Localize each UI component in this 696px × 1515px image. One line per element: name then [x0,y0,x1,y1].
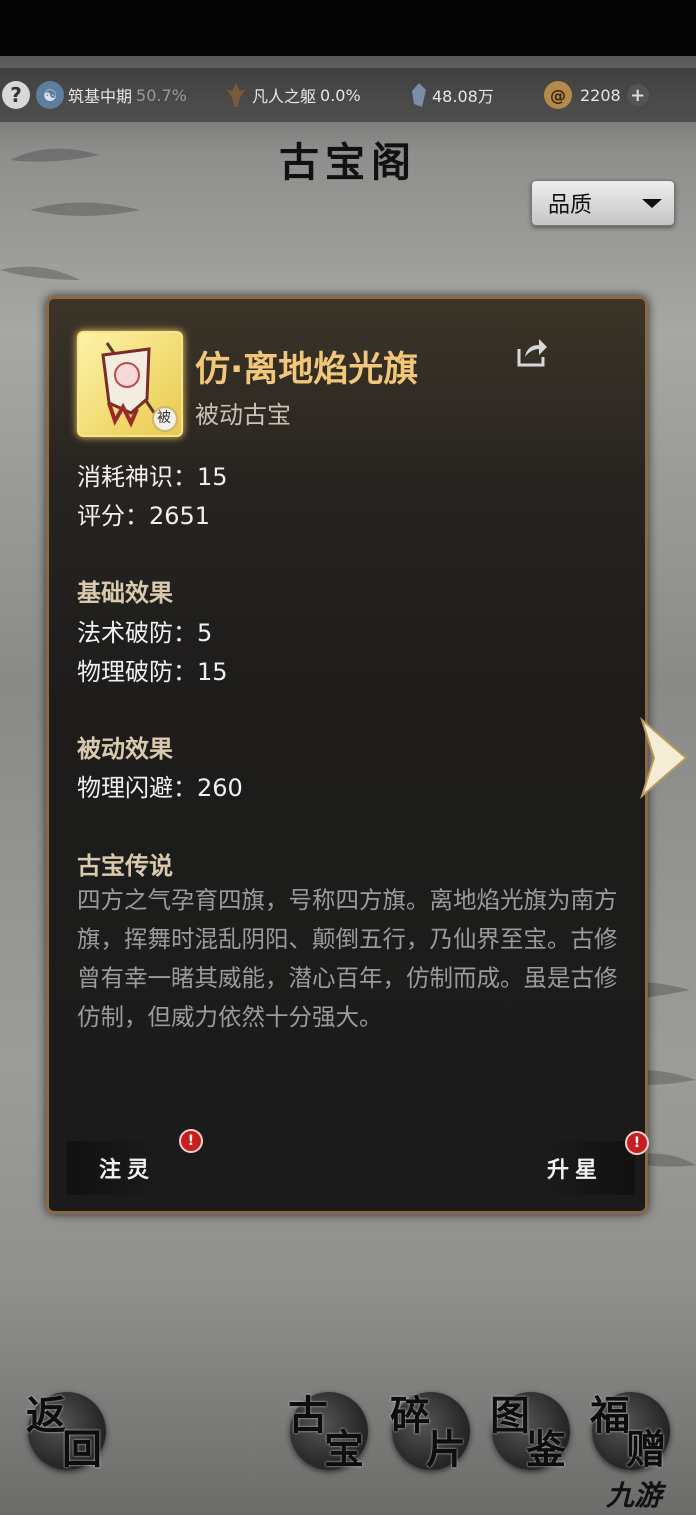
back-char-2: 回 [62,1426,102,1473]
base-effect-physical-pierce: 物理破防：15 [77,658,228,686]
fragment-char-1: 碎 [390,1392,430,1439]
stat-label: 消耗神识 [77,463,173,491]
currency-amount: 2208 [580,85,621,105]
spirit-stone-resource[interactable]: 48.08万 [410,80,494,110]
fragment-tab[interactable]: 碎 片 [390,1392,470,1473]
realm-resource[interactable]: ☯ 筑基中期 50.7% [36,80,187,110]
treasure-char-2: 宝 [324,1426,364,1473]
plus-icon[interactable]: + [626,84,649,106]
gift-char-1: 福 [590,1392,630,1439]
stat-score: 评分：2651 [77,502,211,530]
effect-label: 法术破防 [77,619,173,647]
infuse-button[interactable]: 注灵 [67,1141,187,1195]
body-percent: 0.0% [320,85,361,105]
effect-label: 物理破防 [77,658,173,686]
coin-icon: @ [544,81,572,109]
help-button[interactable]: ? [2,80,30,110]
passive-effects-title: 被动效果 [77,735,173,763]
stat-label: 评分 [77,502,125,530]
sort-dropdown[interactable]: 品质 [531,180,675,226]
gift-char-2: 赠 [626,1426,666,1473]
item-icon-tag: 被 [157,410,171,426]
share-icon[interactable] [515,335,549,369]
item-icon: 被 [77,331,183,437]
body-label: 凡人之躯 [252,87,317,106]
chevron-down-icon [642,199,662,208]
codex-char-1: 图 [490,1392,530,1439]
passive-effect-dodge: 物理闪避：260 [77,774,243,802]
watermark-logo: 九游 [606,1474,662,1514]
effect-value: 5 [197,619,213,647]
item-name: 仿·离地焰光旗 [195,350,419,390]
back-char-1: 返 [26,1392,66,1439]
infuse-alert-badge: ! [179,1129,203,1153]
status-bar [0,0,696,56]
treasure-tab[interactable]: 古 宝 [288,1392,368,1473]
treasure-detail-card: 被 仿·离地焰光旗 被动古宝 消耗神识：15 评分：2651 基础效果 法术破防… [46,296,649,1214]
watermark-text: 九游 [606,1479,663,1512]
stat-value: 15 [197,463,228,491]
item-type: 被动古宝 [195,401,291,429]
effect-label: 物理闪避 [77,774,173,802]
lore-title: 古宝传说 [77,852,173,880]
codex-tab[interactable]: 图 鉴 [490,1392,570,1473]
effect-value: 15 [197,658,228,686]
back-button[interactable]: 返 回 [26,1392,106,1473]
sort-dropdown-value: 品质 [548,193,593,218]
star-up-button[interactable]: 升星 [515,1141,635,1195]
stat-value: 2651 [149,502,211,530]
chevron-right-icon[interactable] [638,716,690,800]
spirit-stone-amount: 48.08万 [432,87,494,106]
star-up-alert-badge: ! [625,1131,649,1155]
base-effect-magic-pierce: 法术破防：5 [77,619,213,647]
lore-text: 四方之气孕育四旗，号称四方旗。离地焰光旗为南方旗，挥舞时混乱阴阳、颠倒五行，乃仙… [77,886,618,1031]
infuse-label: 注灵 [98,1157,155,1183]
stat-consumption: 消耗神识：15 [77,463,228,491]
realm-percent: 50.7% [136,85,187,105]
star-up-label: 升星 [546,1157,603,1183]
effect-value: 260 [197,774,243,802]
base-effects-title: 基础效果 [77,579,173,607]
codex-char-2: 鉴 [526,1426,566,1473]
resource-bar: ? ☯ 筑基中期 50.7% 凡人之躯 0.0% 48.08万 @ 2208 + [0,68,696,122]
question-icon: ? [2,81,30,109]
yinyang-icon: ☯ [36,81,64,109]
figure-icon [226,83,246,107]
spirit-stone-icon [412,83,426,107]
body-resource[interactable]: 凡人之躯 0.0% [224,80,361,110]
gift-tab[interactable]: 福 赠 [590,1392,670,1473]
fragment-char-2: 片 [426,1426,466,1473]
treasure-char-1: 古 [288,1392,328,1439]
currency-resource[interactable]: @ 2208 + [544,80,649,110]
realm-label: 筑基中期 [68,87,133,106]
